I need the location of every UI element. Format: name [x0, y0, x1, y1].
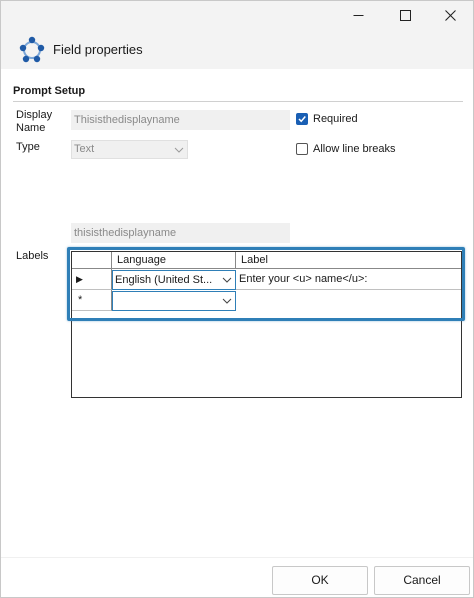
required-checkbox[interactable]	[296, 113, 308, 125]
type-select[interactable]: Text	[71, 140, 188, 159]
allow-line-breaks-label: Allow line breaks	[313, 143, 396, 155]
type-select-value: Text	[74, 143, 95, 155]
dialog-header: Field properties	[1, 29, 473, 69]
section-title-prompt-setup: Prompt Setup	[13, 85, 86, 97]
required-label: Required	[313, 113, 358, 125]
labels-label: Labels	[16, 250, 49, 262]
dialog-title: Field properties	[53, 42, 143, 57]
highlight-frame	[67, 247, 465, 321]
display-name-label: Display Name	[16, 109, 53, 134]
circle-nodes-icon	[19, 36, 45, 63]
display-name-field[interactable]: Thisisthedisplayname	[71, 110, 290, 130]
minimize-button[interactable]	[335, 1, 381, 29]
chevron-down-icon	[174, 141, 184, 164]
cancel-button[interactable]: Cancel	[374, 566, 470, 595]
type-label: Type	[16, 141, 40, 153]
maximize-button[interactable]	[382, 1, 428, 29]
close-icon	[444, 9, 456, 21]
footer-divider	[1, 557, 473, 558]
maximize-icon	[399, 9, 411, 21]
section-divider	[13, 101, 463, 102]
secondary-name-field[interactable]: thisisthedisplayname	[71, 223, 290, 243]
minimize-icon	[353, 14, 363, 16]
allow-line-breaks-checkbox[interactable]	[296, 143, 308, 155]
close-button[interactable]	[427, 1, 473, 29]
ok-button[interactable]: OK	[272, 566, 368, 595]
checkmark-icon	[298, 116, 306, 123]
dialog-window: Field properties Prompt Setup Display Na…	[0, 0, 474, 598]
title-bar	[1, 1, 473, 29]
